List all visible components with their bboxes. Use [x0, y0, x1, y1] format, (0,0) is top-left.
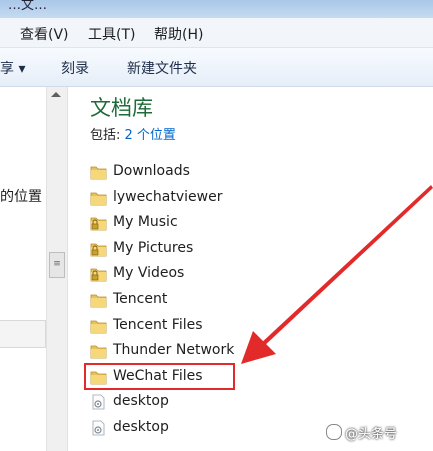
pointer-arrow	[241, 185, 433, 364]
arrow-shaft	[259, 185, 433, 348]
watermark: @头条号	[326, 423, 397, 442]
watermark-logo-icon	[326, 424, 342, 440]
watermark-text: @头条号	[345, 427, 398, 442]
